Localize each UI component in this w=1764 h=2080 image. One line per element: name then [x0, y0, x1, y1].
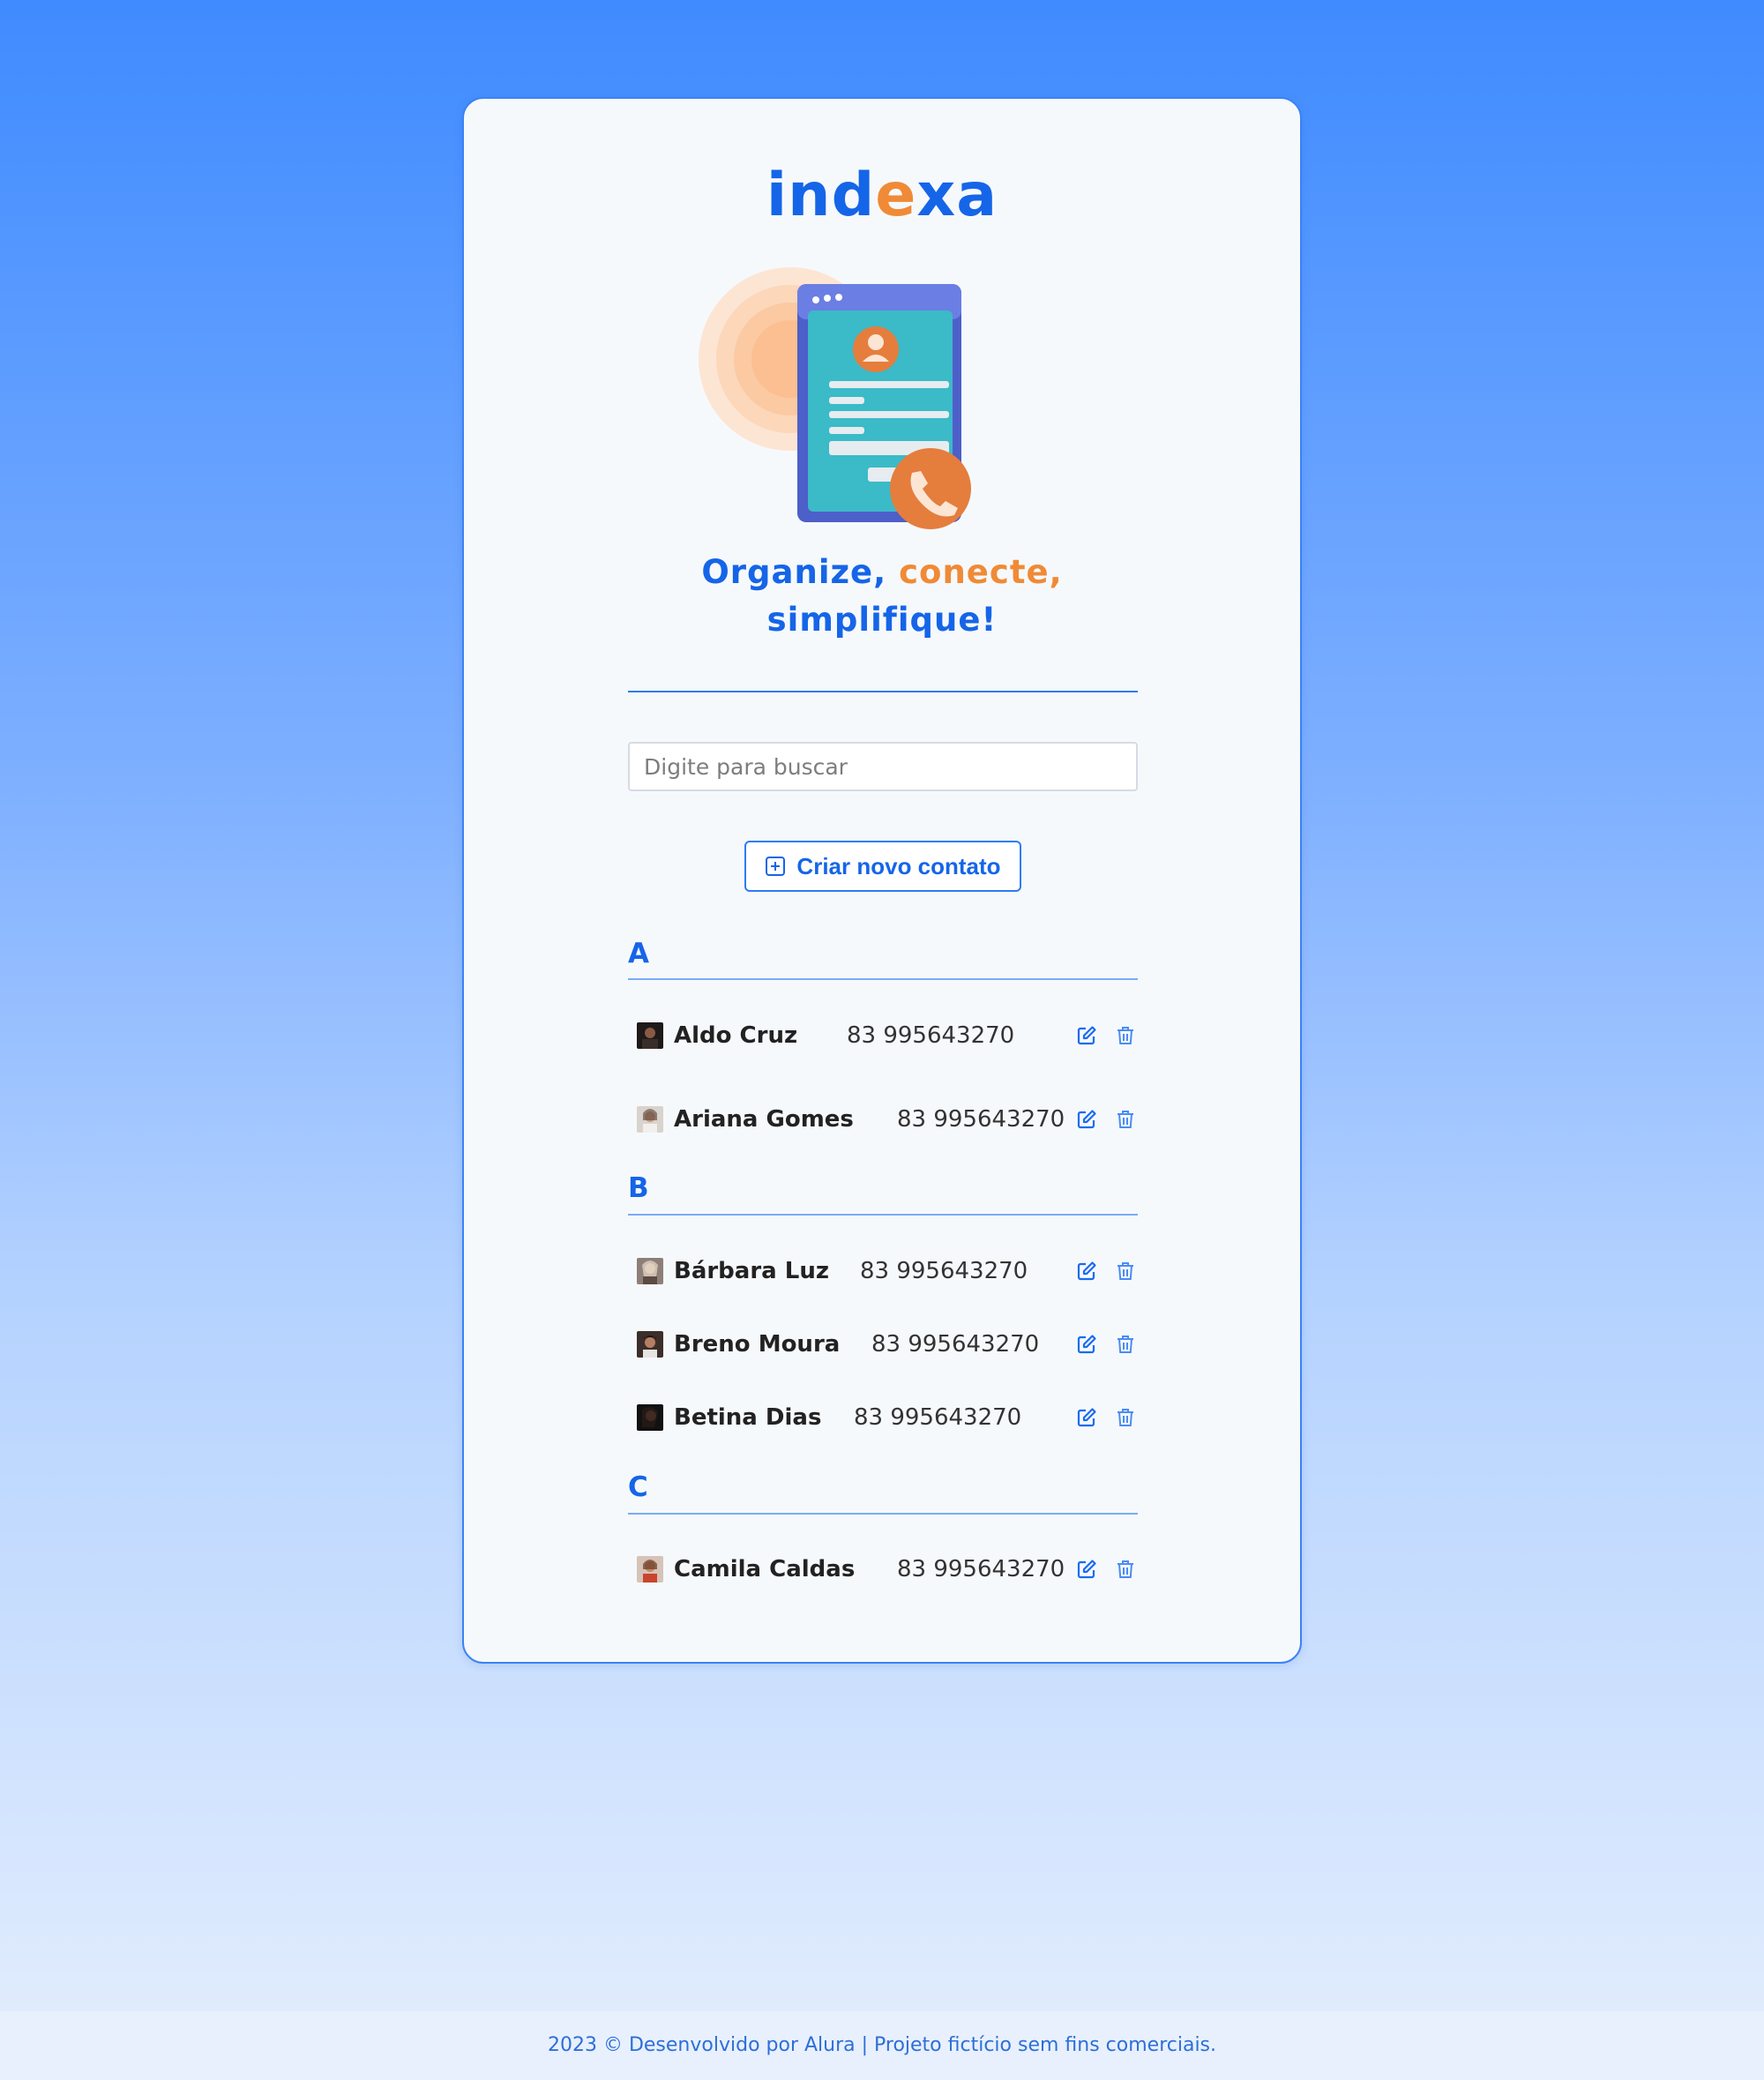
create-contact-label: Criar novo contato [796, 852, 1001, 879]
contact-phone: 83 995643270 [871, 1331, 1040, 1358]
contact-name: Bárbara Luz [674, 1258, 829, 1284]
create-contact-button[interactable]: Criar novo contato [744, 841, 1021, 892]
trash-icon[interactable] [1115, 1559, 1136, 1580]
search-input[interactable] [628, 742, 1138, 791]
contact-phone: 83 995643270 [860, 1258, 1028, 1284]
edit-icon[interactable] [1076, 1559, 1097, 1580]
contacts-card: indexa Organize, conecte, simplifique! D… [462, 97, 1302, 1664]
contact-name: Camila Caldas [674, 1556, 856, 1582]
edit-icon[interactable] [1076, 1025, 1097, 1046]
edit-icon[interactable] [1076, 1407, 1097, 1428]
contact-phone: 83 995643270 [847, 1022, 1015, 1049]
tagline: Organize, conecte, simplifique! [701, 553, 1063, 639]
trash-icon[interactable] [1115, 1025, 1136, 1046]
trash-icon[interactable] [1115, 1261, 1136, 1282]
contact-phone: 83 995643270 [854, 1404, 1022, 1431]
contact-row[interactable]: Ariana Gomes 83 995643270 [628, 1098, 1138, 1141]
footer-text: 2023 © Desenvolvido por Alura | Projeto … [547, 2034, 1217, 2056]
header-divider [628, 691, 1138, 692]
avatar [637, 1404, 663, 1431]
avatar [637, 1258, 663, 1284]
group-letter-a: A [628, 938, 649, 969]
plus-square-icon [766, 857, 786, 876]
contact-name: Aldo Cruz [674, 1022, 798, 1049]
trash-icon[interactable] [1115, 1109, 1136, 1130]
contact-row[interactable]: Breno Moura 83 995643270 [628, 1323, 1138, 1365]
avatar [637, 1022, 663, 1049]
edit-icon[interactable] [1076, 1334, 1097, 1355]
avatar [637, 1106, 663, 1133]
edit-icon[interactable] [1076, 1109, 1097, 1130]
edit-icon[interactable] [1076, 1261, 1097, 1282]
contact-phone: 83 995643270 [897, 1556, 1065, 1582]
avatar [637, 1331, 663, 1358]
group-divider [628, 978, 1138, 980]
contact-name: Betina Dias [674, 1404, 822, 1431]
avatar [637, 1556, 663, 1582]
contact-name: Breno Moura [674, 1331, 841, 1358]
contact-row[interactable]: Camila Caldas 83 995643270 [628, 1548, 1138, 1590]
contact-row[interactable]: Betina Dias 83 995643270 [628, 1396, 1138, 1439]
group-divider [628, 1214, 1138, 1216]
contact-row[interactable]: Aldo Cruz 83 995643270 [628, 1014, 1138, 1057]
contact-row[interactable]: Bárbara Luz 83 995643270 [628, 1250, 1138, 1292]
footer: 2023 © Desenvolvido por Alura | Projeto … [0, 2011, 1764, 2080]
group-letter-b: B [628, 1172, 649, 1204]
contact-name: Ariana Gomes [674, 1106, 854, 1133]
group-divider [628, 1513, 1138, 1515]
group-letter-c: C [628, 1471, 648, 1503]
contact-card-illustration [699, 267, 971, 529]
contact-phone: 83 995643270 [897, 1106, 1065, 1133]
app-logo: indexa [766, 161, 998, 230]
trash-icon[interactable] [1115, 1407, 1136, 1428]
trash-icon[interactable] [1115, 1334, 1136, 1355]
